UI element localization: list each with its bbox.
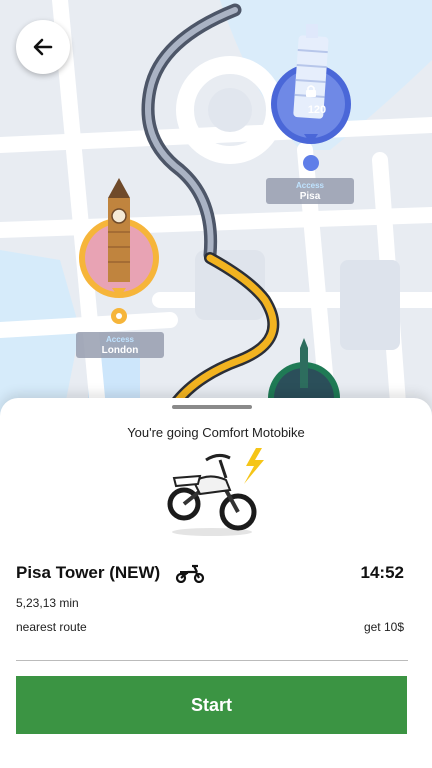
trip-bottom-sheet: You're going Comfort Motobike Pisa Tower… <box>0 398 432 768</box>
lock-icon <box>304 84 318 98</box>
access-tag-london[interactable]: Access London <box>76 332 164 358</box>
london-landmark-marker[interactable] <box>76 172 162 332</box>
trip-duration: 5,23,13 min <box>16 596 79 610</box>
divider <box>16 660 408 661</box>
ride-type-subtitle: You're going Comfort Motobike <box>127 425 305 440</box>
route-type: nearest route <box>16 620 87 634</box>
drag-handle[interactable] <box>172 405 252 409</box>
motobike-illustration-icon <box>167 448 264 536</box>
access-label: Access <box>295 181 325 190</box>
reward-amount: get 10$ <box>363 620 404 634</box>
pisa-lock-count: 120 <box>307 104 327 116</box>
arrival-time: 14:52 <box>360 563 404 582</box>
destination-name: Pisa Tower (NEW) <box>16 563 161 582</box>
access-name: London <box>101 345 139 356</box>
access-tag-pisa[interactable]: Access Pisa <box>266 178 354 204</box>
map-view[interactable]: 120 Access Pisa Access London <box>0 0 432 438</box>
arrow-left-icon <box>33 38 53 56</box>
access-label: Access <box>105 335 135 344</box>
map-canvas <box>0 0 432 438</box>
access-name: Pisa <box>299 191 321 202</box>
scooter-icon <box>175 564 205 583</box>
start-button[interactable]: Start <box>16 676 407 734</box>
back-button[interactable] <box>16 20 70 74</box>
